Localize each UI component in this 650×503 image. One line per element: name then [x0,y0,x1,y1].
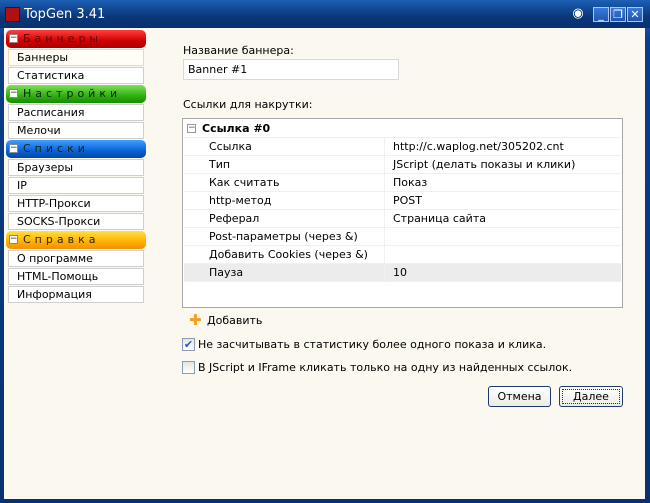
column-divider [384,228,385,246]
app-window: TopGen 3.41 ◉ _ ❐ ✕ − Баннеры Баннеры Стати… [0,0,650,503]
collapse-icon[interactable]: − [9,144,18,153]
sidebar-item[interactable]: Статистика [8,67,144,84]
sidebar: − Баннеры Баннеры Статистика − Настройки Распи… [6,30,146,304]
grid-row-value[interactable]: Страница сайта [393,210,486,227]
collapse-icon[interactable]: − [9,235,18,244]
grid-group-title: Ссылка #0 [202,122,271,135]
sidebar-item[interactable]: Мелочи [8,122,144,139]
grid-row-key: Реферал [209,212,260,225]
sidebar-group-header[interactable]: − Настройки [6,85,146,103]
next-button[interactable]: Далее [559,386,623,407]
collapse-icon[interactable]: − [9,89,18,98]
app-icon [5,7,20,22]
sidebar-group-label: Баннеры [23,32,103,45]
sidebar-group-header[interactable]: − Баннеры [6,30,146,48]
grid-row[interactable]: Реферал Страница сайта [184,210,621,228]
column-divider [384,246,385,264]
links-property-grid[interactable]: − Ссылка #0 Ссылка http://c.waplog.net/30… [182,118,623,308]
grid-row-key: Как считать [209,176,280,189]
close-button[interactable]: ✕ [627,7,643,22]
checkbox-single-count[interactable]: ✔ [182,338,195,351]
grid-row[interactable]: http-метод POST [184,192,621,210]
add-link-button[interactable]: Добавить [207,314,262,327]
grid-row[interactable]: Как считать Показ [184,174,621,192]
column-divider [384,210,385,228]
grid-row-value[interactable]: 10 [393,264,407,281]
grid-row-value[interactable]: Показ [393,174,427,191]
grid-row-value[interactable]: JScript (делать показы и клики) [393,156,575,173]
grid-group-row[interactable]: − Ссылка #0 [184,120,621,138]
globe-icon[interactable]: ◉ [570,7,586,22]
minimize-button[interactable]: _ [593,7,609,22]
grid-row-value[interactable]: POST [393,192,422,209]
sidebar-item[interactable]: HTML-Помощь [8,268,144,285]
checkbox-single-count-label[interactable]: Не засчитывать в статистику более одного… [198,338,546,351]
grid-row[interactable]: Тип JScript (делать показы и клики) [184,156,621,174]
sidebar-item[interactable]: О программе [8,250,144,267]
collapse-icon[interactable]: − [9,34,18,43]
column-divider [384,192,385,210]
grid-row-key: Ссылка [209,140,252,153]
sidebar-group-header[interactable]: − Списки [6,140,146,158]
sidebar-group-label: Списки [23,142,89,155]
plus-icon[interactable]: ✚ [189,313,202,328]
window-title: TopGen 3.41 [24,7,106,22]
banner-name-label: Название баннера: [183,44,294,57]
column-divider [384,174,385,192]
grid-row-key: Post-параметры (через &) [209,230,358,243]
sidebar-item[interactable]: IP [8,177,144,194]
sidebar-item[interactable]: Баннеры [8,49,144,66]
grid-row-key: Тип [209,158,231,171]
grid-row-key: http-метод [209,194,272,207]
collapse-icon[interactable]: − [187,124,196,133]
cancel-button[interactable]: Отмена [488,386,551,407]
sidebar-item[interactable]: HTTP-Прокси [8,195,144,212]
grid-row[interactable]: Пауза 10 [184,264,621,282]
grid-row-value[interactable]: http://c.waplog.net/305202.cnt [393,138,564,155]
restore-button[interactable]: ❐ [610,7,626,22]
title-bar: TopGen 3.41 ◉ _ ❐ ✕ [0,0,650,28]
grid-row-key: Пауза [209,266,244,279]
sidebar-item[interactable]: SOCKS-Прокси [8,213,144,230]
checkbox-one-link[interactable] [182,361,195,374]
column-divider [384,138,385,156]
grid-row-key: Добавить Cookies (через &) [209,248,368,261]
sidebar-group-header[interactable]: − Справка [6,231,146,249]
checkbox-one-link-label[interactable]: В JScript и IFrame кликать только на одн… [198,361,572,374]
sidebar-group-label: Справка [23,233,100,246]
sidebar-item[interactable]: Браузеры [8,159,144,176]
links-label: Ссылки для накрутки: [183,98,313,111]
grid-row[interactable]: Добавить Cookies (через &) [184,246,621,264]
banner-name-input[interactable]: Banner #1 [183,59,399,80]
grid-row[interactable]: Post-параметры (через &) [184,228,621,246]
grid-row[interactable]: Ссылка http://c.waplog.net/305202.cnt [184,138,621,156]
sidebar-item[interactable]: Расписания [8,104,144,121]
sidebar-group-label: Настройки [23,87,122,100]
column-divider [384,264,385,282]
sidebar-item[interactable]: Информация [8,286,144,303]
column-divider [384,156,385,174]
